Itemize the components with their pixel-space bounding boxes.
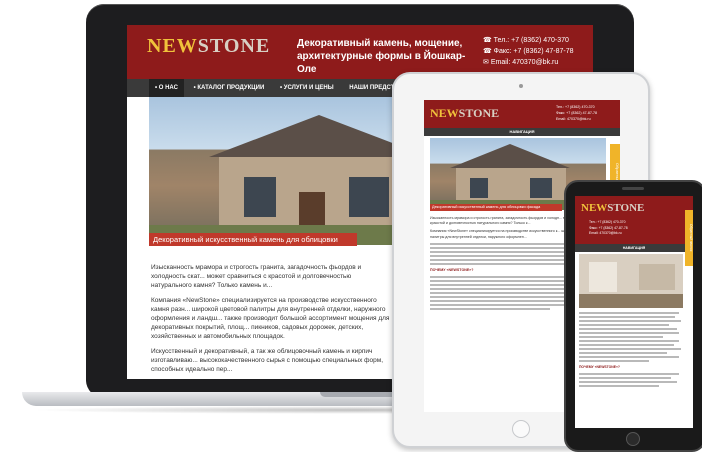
interior-illustration: [579, 254, 683, 308]
logo-new: NEW: [147, 35, 198, 57]
fax-icon: ☎: [483, 48, 494, 55]
text-lines: [579, 312, 683, 362]
contact-email[interactable]: Email: 470370@bk.ru: [589, 231, 685, 237]
nav-item-catalog[interactable]: • КАТАЛОГ ПРОДУКЦИИ: [194, 79, 265, 97]
logo-stone: STONE: [607, 202, 645, 214]
site-tagline: Декоративный камень, мощение, архитектур…: [297, 38, 466, 75]
mail-icon: ✉: [483, 59, 491, 66]
tablet-camera: [519, 84, 523, 88]
tablet-home-button: [512, 420, 530, 438]
phone-content: ПОЧЕМУ «NEWSTONE»?: [579, 312, 683, 389]
phone-hero-image: [579, 254, 683, 308]
contact-fax: Факс: +7 (8362) 47-87-78: [493, 48, 574, 55]
logo-stone: STONE: [458, 106, 500, 120]
phone-icon: ☎: [483, 37, 494, 44]
contact-tel[interactable]: Тел.: +7 (8362) 470-370: [494, 37, 569, 44]
contact-block: ☎ Тел.: +7 (8362) 470-370 ☎ Факс: +7 (83…: [483, 35, 591, 68]
laptop-notch: [320, 392, 400, 397]
callback-tab[interactable]: Обратный звонок: [685, 210, 693, 266]
phone-logo[interactable]: NEWSTONE: [581, 202, 644, 214]
logo-new: NEW: [430, 106, 459, 120]
site-logo[interactable]: NEWSTONE: [147, 35, 270, 58]
logo-stone: STONE: [197, 35, 271, 57]
phone-header: NEWSTONE Тел.: +7 (8362) 470-370 Факс: +…: [575, 196, 693, 244]
paragraph: Искусственный и декоративный, а так же о…: [151, 348, 384, 373]
contact-email[interactable]: Email: 470370@bk.ru: [556, 116, 618, 122]
nav-label: НАВИГАЦИЯ: [509, 129, 535, 134]
logo-new: NEW: [581, 202, 608, 214]
tablet-logo[interactable]: NEWSTONE: [430, 106, 499, 121]
site-header: NEWSTONE Декоративный камень, мощение, а…: [127, 25, 593, 79]
tablet-header: NEWSTONE Тел.: +7 (8362) 470-370 Факс: +…: [424, 100, 620, 128]
nav-item-services[interactable]: • УСЛУГИ И ЦЕНЫ: [280, 79, 334, 97]
tablet-contacts: Тел.: +7 (8362) 470-370 Факс: +7 (8362) …: [556, 104, 618, 122]
hero-caption: Декоративный искусственный камень для об…: [430, 204, 562, 211]
phone-contacts: Тел.: +7 (8362) 470-370 Факс: +7 (8362) …: [589, 220, 685, 237]
hero-caption: Декоративный искусственный камень для об…: [149, 233, 357, 257]
phone-nav[interactable]: НАВИГАЦИЯ: [575, 244, 693, 252]
paragraph: Компания «NewStone» специализируется на …: [151, 297, 390, 340]
tablet-nav[interactable]: НАВИГАЦИЯ: [424, 128, 620, 136]
phone-home-button: [626, 432, 640, 446]
section-heading: ПОЧЕМУ «NEWSTONE»?: [579, 365, 620, 369]
nav-item-about[interactable]: • О НАС: [149, 79, 184, 97]
text-lines: [579, 373, 683, 387]
paragraph: Изысканность мрамора и строгость гранита…: [151, 264, 362, 289]
phone-speaker: [622, 187, 644, 190]
phone-screen: NEWSTONE Тел.: +7 (8362) 470-370 Факс: +…: [575, 196, 693, 428]
nav-label: НАВИГАЦИЯ: [622, 246, 646, 250]
content-area: Изысканность мрамора и строгость гранита…: [151, 263, 391, 374]
contact-email[interactable]: Email: 470370@bk.ru: [491, 59, 558, 66]
